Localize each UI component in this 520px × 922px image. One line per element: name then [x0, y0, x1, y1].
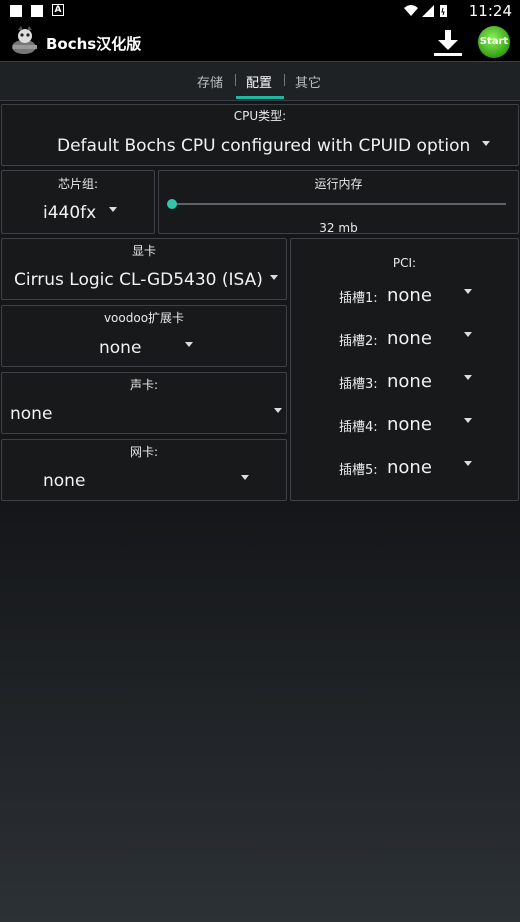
- memory-value: 32 mb: [319, 221, 358, 235]
- video-label: 显卡: [131, 244, 156, 258]
- pci-slot-label: 插槽2:: [339, 334, 378, 349]
- tab-separator: [284, 74, 285, 86]
- network-select[interactable]: none: [43, 471, 85, 491]
- memory-slider-thumb[interactable]: [167, 199, 177, 209]
- memory-slider-track: [172, 203, 506, 205]
- chevron-down-icon[interactable]: [241, 475, 249, 480]
- pci-label: PCI:: [392, 256, 417, 270]
- chevron-down-icon[interactable]: [464, 375, 472, 380]
- sound-label: 声卡:: [129, 378, 159, 392]
- chevron-down-icon[interactable]: [185, 342, 193, 347]
- pci-slot-2-select[interactable]: none: [387, 328, 432, 349]
- chevron-down-icon[interactable]: [274, 408, 282, 413]
- active-tab-indicator: [236, 96, 284, 99]
- tab-separator: [235, 74, 236, 86]
- pci-slot-label: 插槽1:: [339, 291, 378, 306]
- status-time: 11:24: [468, 2, 512, 20]
- chevron-down-icon[interactable]: [464, 289, 472, 294]
- pci-slot-1-select[interactable]: none: [387, 285, 432, 306]
- chipset-label: 芯片组:: [57, 177, 99, 191]
- voodoo-label: voodoo扩展卡: [103, 311, 185, 325]
- pci-slot-5-select[interactable]: none: [387, 457, 432, 478]
- voodoo-select[interactable]: none: [99, 338, 141, 358]
- cpu-label: CPU类型:: [233, 109, 287, 123]
- pci-slot-4-select[interactable]: none: [387, 414, 432, 435]
- chevron-down-icon[interactable]: [464, 332, 472, 337]
- cpu-select[interactable]: Default Bochs CPU configured with CPUID …: [57, 136, 470, 156]
- chevron-down-icon[interactable]: [482, 141, 490, 146]
- network-label: 网卡:: [129, 445, 159, 459]
- pci-slot-label: 插槽5:: [339, 463, 378, 478]
- video-select[interactable]: Cirrus Logic CL-GD5430 (ISA): [14, 270, 263, 290]
- pci-slot-label: 插槽4:: [339, 420, 378, 435]
- tab-config[interactable]: 配置: [246, 72, 272, 91]
- tab-storage[interactable]: 存储: [197, 72, 223, 91]
- chevron-down-icon[interactable]: [109, 207, 117, 212]
- memory-label: 运行内存: [314, 177, 363, 191]
- chevron-down-icon[interactable]: [464, 461, 472, 466]
- download-icon[interactable]: [432, 28, 464, 58]
- notification-icon: [10, 5, 22, 17]
- pci-slot-label: 插槽3:: [339, 377, 378, 392]
- chevron-down-icon[interactable]: [464, 418, 472, 423]
- sound-select[interactable]: none: [10, 404, 52, 424]
- chevron-down-icon[interactable]: [270, 275, 278, 280]
- chipset-select[interactable]: i440fx: [43, 203, 96, 223]
- signal-battery-icons: [402, 3, 462, 23]
- start-button[interactable]: Start: [478, 26, 510, 58]
- tab-other[interactable]: 其它: [295, 72, 321, 91]
- app-title: Bochs汉化版: [46, 35, 142, 53]
- notification-icon: [31, 5, 43, 17]
- notification-a-icon: A: [52, 4, 64, 16]
- bochs-logo-icon: [10, 25, 40, 55]
- pci-slot-3-select[interactable]: none: [387, 371, 432, 392]
